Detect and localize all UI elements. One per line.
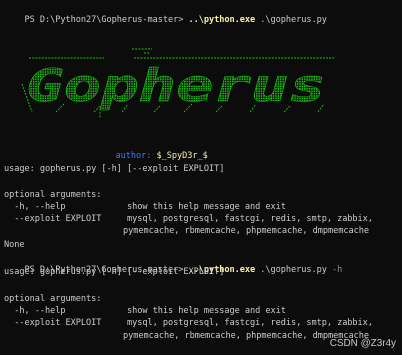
opt-exploit-flags: --exploit EXPLOIT [4,214,127,224]
opt-help-desc: show this help message and exit [126,306,286,316]
terminal-window[interactable]: PS D:\Python27\Gopherus-master> ..\pytho… [0,0,402,355]
opt-exploit-desc: mysql, postgresql, fastcgi, redis, smtp,… [126,318,373,328]
command-flag: -h [331,265,343,276]
optional-header-2: optional arguments: [4,294,102,304]
opt-help-line-1: -h, --help show this help message and ex… [4,202,286,213]
banner-logo-text: Gopherus [26,61,326,112]
command-arguments: .\gopherus.py [255,15,327,26]
prompt-path: PS D:\Python27\Gopherus-master> [24,15,189,26]
opt-help-desc: show this help message and exit [126,202,286,212]
opt-exploit-continued-1: pymemcache, rbmemcache, phpmemcache, dmp… [123,226,369,236]
author-label: author: [115,151,152,162]
gopherus-ascii-banner: Gopherus [21,48,334,118]
opt-exploit-desc: mysql, postgresql, fastcgi, redis, smtp,… [126,214,373,224]
opt-help-flags: -h, --help [4,202,127,212]
opt-exploit-line-1: --exploit EXPLOIT mysql, postgresql, fas… [4,214,373,225]
opt-help-line-2: -h, --help show this help message and ex… [4,306,286,317]
opt-exploit-line-2: --exploit EXPLOIT mysql, postgresql, fas… [4,318,373,329]
opt-exploit-flags: --exploit EXPLOIT [4,318,127,328]
usage-line-2: usage: gopherus.py [-h] [--exploit EXPLO… [4,267,225,277]
csdn-watermark: CSDN @Z3r4y [329,337,396,349]
command-arguments: .\gopherus.py [255,265,332,276]
command-executable: ..\python.exe [188,15,256,26]
opt-help-flags: -h, --help [4,306,127,316]
usage-line-1: usage: gopherus.py [-h] [--exploit EXPLO… [4,164,225,174]
author-name: $_SpyD3r_$ [151,151,208,162]
none-output: None [4,240,25,250]
optional-header-1: optional arguments: [4,190,102,200]
